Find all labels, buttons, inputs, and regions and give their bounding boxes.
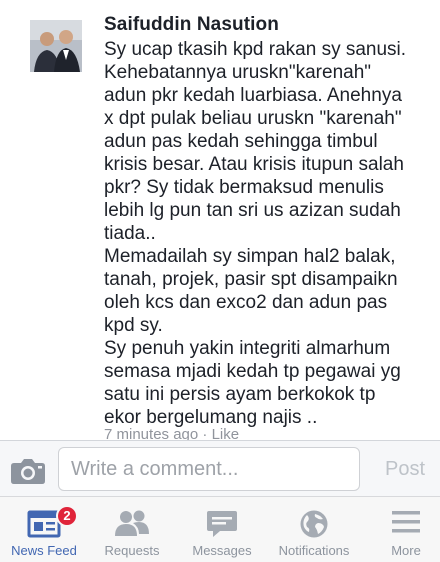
post-card: Saifuddin Nasution Sy ucap tkasih kpd ra… xyxy=(0,0,440,440)
meta-separator: · xyxy=(198,426,212,440)
tab-news-feed[interactable]: 2 News Feed xyxy=(0,497,88,562)
post-line: Sy ucap tkasih kpd rakan sy sanusi. xyxy=(104,39,407,60)
comment-composer: Post xyxy=(0,440,440,496)
post-line: Kehebatannya uruskn"karenah" xyxy=(104,62,372,83)
bottom-tab-bar: 2 News Feed Requests Messages Notificati… xyxy=(0,496,440,562)
author-name[interactable]: Saifuddin Nasution xyxy=(104,14,279,36)
notification-badge: 2 xyxy=(56,505,78,527)
post-line: semasa mjadi kedah tp pegawai yg xyxy=(104,361,401,382)
post-line: tanah, projek, pasir spt disampaikn xyxy=(104,269,398,290)
messages-icon xyxy=(206,509,238,544)
post-body: Sy ucap tkasih kpd rakan sy sanusi. Kehe… xyxy=(104,38,436,429)
tab-label: Requests xyxy=(104,543,160,558)
post-line: adun pas kedah sehingga timbul xyxy=(104,131,378,152)
post-line: Sy penuh yakin integriti almarhum xyxy=(104,338,391,359)
post-line: lebih lg pun tan sri us azizan sudah xyxy=(104,200,401,221)
post-line: x dpt pulak beliau uruskn "karenah" xyxy=(104,108,402,129)
tab-notifications[interactable]: Notifications xyxy=(270,497,358,562)
friend-requests-icon xyxy=(114,509,150,542)
post-line: krisis besar. Atau krisis itupun salah xyxy=(104,154,404,175)
tab-messages[interactable]: Messages xyxy=(178,497,266,562)
camera-icon[interactable] xyxy=(10,457,46,485)
post-comment-button[interactable]: Post xyxy=(374,453,436,485)
tab-label: News Feed xyxy=(11,543,77,558)
avatar[interactable] xyxy=(30,20,82,72)
tab-requests[interactable]: Requests xyxy=(88,497,176,562)
post-line: oleh kcs dan exco2 dan adun pas xyxy=(104,292,388,313)
post-line: adun pkr kedah luarbiasa. Anehnya xyxy=(104,85,402,106)
like-link[interactable]: Like xyxy=(212,426,240,440)
globe-icon xyxy=(299,509,329,544)
comment-input[interactable] xyxy=(58,447,360,491)
menu-icon xyxy=(391,509,421,540)
tab-more[interactable]: More xyxy=(362,497,440,562)
post-meta: 7 minutes ago · Like xyxy=(104,426,239,440)
post-line: pkr? Sy tidak bermaksud menulis xyxy=(104,177,384,198)
post-line: kpd sy. xyxy=(104,315,163,336)
post-line: tiada.. xyxy=(104,223,156,244)
post-line: Memadailah sy simpan hal2 balak, xyxy=(104,246,396,267)
tab-label: Notifications xyxy=(278,543,350,558)
tab-label: Messages xyxy=(192,543,252,558)
timestamp: 7 minutes ago xyxy=(104,426,199,440)
post-line: satu ini persis ayam berkokok tp xyxy=(104,384,376,405)
tab-label: More xyxy=(391,543,421,558)
